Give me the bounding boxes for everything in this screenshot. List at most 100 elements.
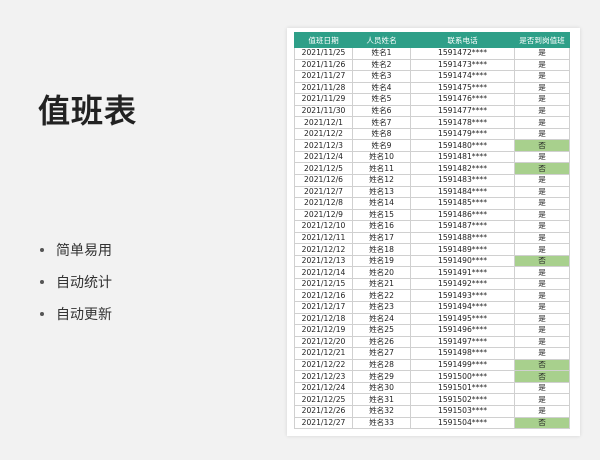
cell-phone: 1591484**** bbox=[410, 185, 515, 199]
cell-date: 2021/12/11 bbox=[294, 231, 353, 245]
table-row: 2021/12/27 姓名33 1591504**** 否 bbox=[294, 416, 570, 430]
table-row: 2021/12/6 姓名12 1591483**** 是 bbox=[294, 174, 570, 187]
cell-phone: 1591475**** bbox=[410, 81, 515, 95]
cell-name: 姓名12 bbox=[352, 174, 411, 187]
cell-name: 姓名21 bbox=[352, 277, 411, 291]
cell-phone: 1591492**** bbox=[410, 277, 515, 291]
cell-attendance: 是 bbox=[514, 81, 570, 95]
cell-name: 姓名25 bbox=[352, 324, 411, 337]
cell-name: 姓名6 bbox=[352, 104, 411, 118]
table-row: 2021/12/10 姓名16 1591487**** 是 bbox=[294, 220, 570, 233]
table-row: 2021/12/3 姓名9 1591480**** 否 bbox=[294, 139, 570, 152]
table-row: 2021/12/15 姓名21 1591492**** 是 bbox=[294, 277, 570, 291]
cell-attendance: 是 bbox=[514, 404, 570, 418]
table-row: 2021/12/7 姓名13 1591484**** 是 bbox=[294, 185, 570, 199]
cell-name: 姓名9 bbox=[352, 139, 411, 152]
cell-attendance: 是 bbox=[514, 197, 570, 210]
cell-date: 2021/12/3 bbox=[294, 139, 353, 152]
cell-attendance: 是 bbox=[514, 127, 570, 141]
cell-name: 姓名31 bbox=[352, 393, 411, 406]
cell-phone: 1591499**** bbox=[410, 358, 515, 372]
feature-item: 简单易用 bbox=[40, 234, 112, 266]
feature-item: 自动统计 bbox=[40, 266, 112, 298]
cell-phone: 1591497**** bbox=[410, 335, 515, 349]
cell-phone: 1591478**** bbox=[410, 116, 515, 129]
cell-attendance: 是 bbox=[514, 335, 570, 349]
table-row: 2021/11/29 姓名5 1591476**** 是 bbox=[294, 93, 570, 106]
cell-name: 姓名1 bbox=[352, 47, 411, 60]
cell-attendance: 是 bbox=[514, 289, 570, 303]
table-row: 2021/12/14 姓名20 1591491**** 是 bbox=[294, 266, 570, 279]
cell-attendance: 是 bbox=[514, 312, 570, 326]
header-phone: 联系电话 bbox=[410, 32, 515, 48]
table-row: 2021/12/11 姓名17 1591488**** 是 bbox=[294, 231, 570, 245]
duty-sheet: 值班日期 人员姓名 联系电话 是否到岗值班 2021/11/25 姓名1 15914… bbox=[287, 28, 580, 436]
cell-phone: 1591476**** bbox=[410, 93, 515, 106]
cell-phone: 1591502**** bbox=[410, 393, 515, 406]
cell-name: 姓名17 bbox=[352, 231, 411, 245]
cell-name: 姓名22 bbox=[352, 289, 411, 303]
cell-date: 2021/11/27 bbox=[294, 70, 353, 83]
cell-phone: 1591483**** bbox=[410, 174, 515, 187]
cell-date: 2021/11/30 bbox=[294, 104, 353, 118]
cell-phone: 1591504**** bbox=[410, 416, 515, 430]
cell-attendance: 是 bbox=[514, 58, 570, 72]
cell-attendance: 是 bbox=[514, 231, 570, 245]
cell-name: 姓名33 bbox=[352, 416, 411, 430]
cell-name: 姓名3 bbox=[352, 70, 411, 83]
cell-date: 2021/12/2 bbox=[294, 127, 353, 141]
cell-attendance: 是 bbox=[514, 220, 570, 233]
cell-phone: 1591490**** bbox=[410, 254, 515, 268]
cell-date: 2021/12/5 bbox=[294, 162, 353, 175]
table-row: 2021/12/22 姓名28 1591499**** 否 bbox=[294, 358, 570, 372]
cell-attendance: 是 bbox=[514, 347, 570, 360]
table-row: 2021/12/13 姓名19 1591490**** 否 bbox=[294, 254, 570, 268]
cell-name: 姓名29 bbox=[352, 370, 411, 383]
cell-date: 2021/12/15 bbox=[294, 277, 353, 291]
table-row: 2021/12/9 姓名15 1591486**** 是 bbox=[294, 208, 570, 222]
cell-name: 姓名4 bbox=[352, 81, 411, 95]
cell-attendance: 是 bbox=[514, 174, 570, 187]
cell-phone: 1591477**** bbox=[410, 104, 515, 118]
table-row: 2021/12/8 姓名14 1591485**** 是 bbox=[294, 197, 570, 210]
cell-phone: 1591474**** bbox=[410, 70, 515, 83]
cell-attendance: 是 bbox=[514, 266, 570, 279]
cell-date: 2021/12/17 bbox=[294, 301, 353, 314]
table-row: 2021/11/30 姓名6 1591477**** 是 bbox=[294, 104, 570, 118]
bullet-icon bbox=[40, 248, 44, 252]
cell-attendance: 是 bbox=[514, 301, 570, 314]
cell-attendance: 是 bbox=[514, 70, 570, 83]
cell-attendance: 是 bbox=[514, 104, 570, 118]
cell-date: 2021/12/19 bbox=[294, 324, 353, 337]
cell-date: 2021/12/26 bbox=[294, 404, 353, 418]
cell-phone: 1591493**** bbox=[410, 289, 515, 303]
table-header-row: 值班日期 人员姓名 联系电话 是否到岗值班 bbox=[294, 32, 570, 48]
table-row: 2021/12/1 姓名7 1591478**** 是 bbox=[294, 116, 570, 129]
cell-name: 姓名2 bbox=[352, 58, 411, 72]
cell-phone: 1591479**** bbox=[410, 127, 515, 141]
cell-phone: 1591498**** bbox=[410, 347, 515, 360]
cell-date: 2021/11/26 bbox=[294, 58, 353, 72]
cell-name: 姓名13 bbox=[352, 185, 411, 199]
cell-name: 姓名32 bbox=[352, 404, 411, 418]
cell-phone: 1591489**** bbox=[410, 243, 515, 256]
cell-attendance: 是 bbox=[514, 208, 570, 222]
page-title: 值班表 bbox=[38, 92, 138, 130]
cell-attendance: 是 bbox=[514, 381, 570, 395]
table-row: 2021/12/12 姓名18 1591489**** 是 bbox=[294, 243, 570, 256]
cell-attendance: 是 bbox=[514, 277, 570, 291]
table-row: 2021/12/5 姓名11 1591482**** 否 bbox=[294, 162, 570, 175]
table-row: 2021/12/2 姓名8 1591479**** 是 bbox=[294, 127, 570, 141]
cell-date: 2021/12/24 bbox=[294, 381, 353, 395]
cell-name: 姓名28 bbox=[352, 358, 411, 372]
cell-date: 2021/12/27 bbox=[294, 416, 353, 430]
bullet-icon bbox=[40, 312, 44, 316]
cell-date: 2021/12/1 bbox=[294, 116, 353, 129]
cell-date: 2021/12/7 bbox=[294, 185, 353, 199]
cell-date: 2021/11/25 bbox=[294, 47, 353, 60]
cell-date: 2021/12/14 bbox=[294, 266, 353, 279]
cell-attendance: 是 bbox=[514, 185, 570, 199]
cell-attendance: 否 bbox=[514, 370, 570, 383]
cell-name: 姓名24 bbox=[352, 312, 411, 326]
feature-label: 简单易用 bbox=[56, 243, 112, 259]
